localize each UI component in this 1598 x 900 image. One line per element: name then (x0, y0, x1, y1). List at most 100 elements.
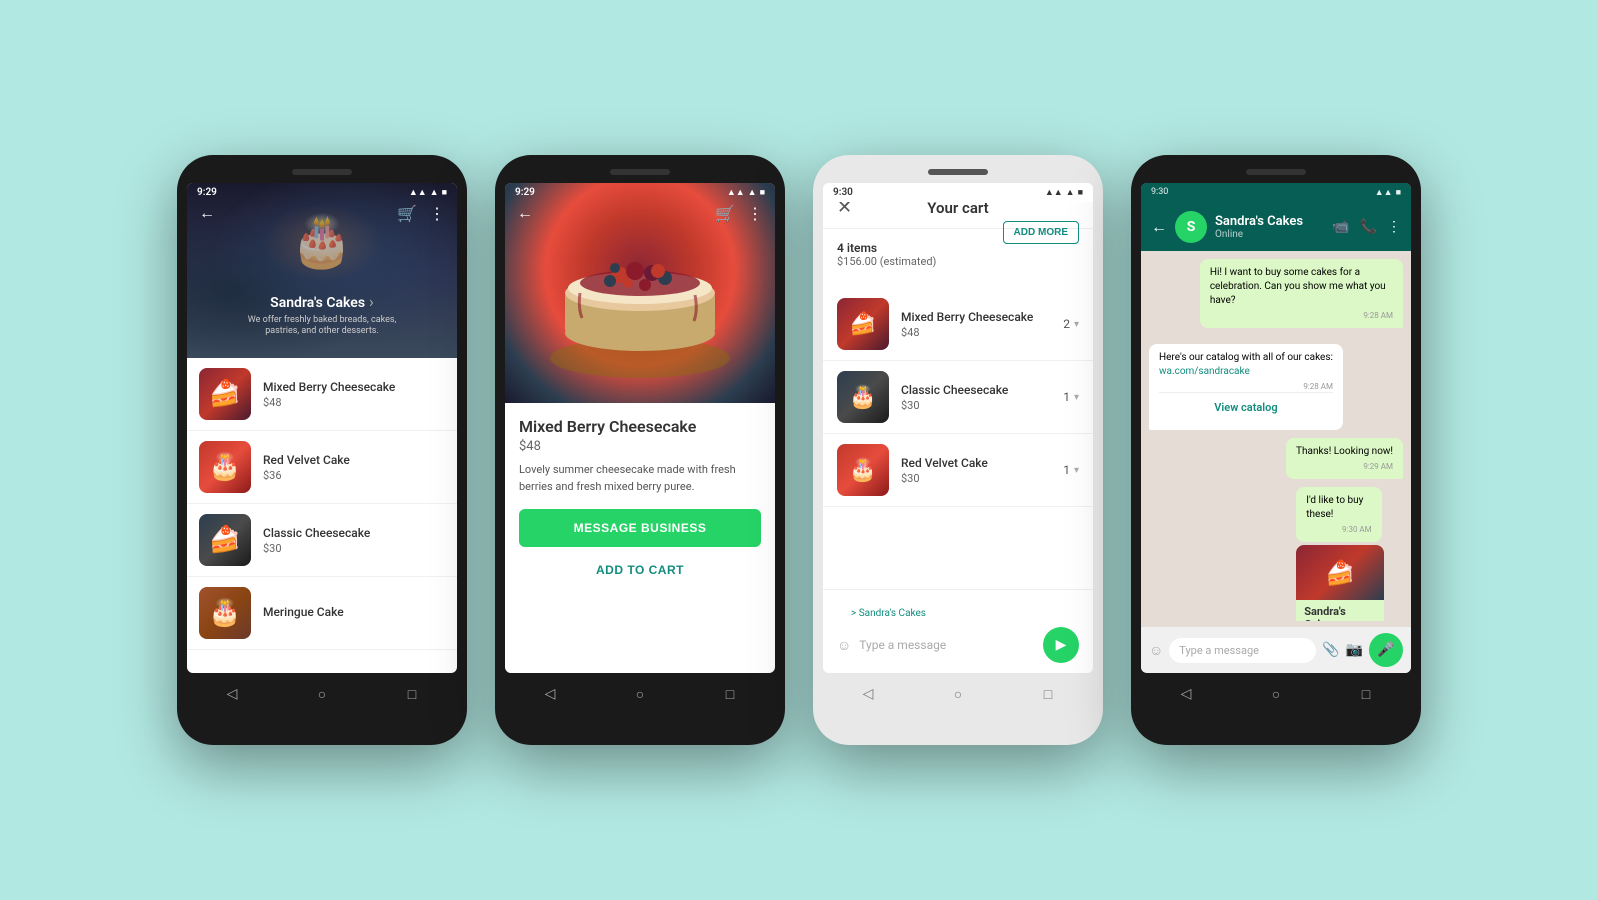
item-3-image: 🍰 (199, 514, 251, 566)
battery-icon-4: ■ (1396, 187, 1401, 198)
catalog-title-area: Sandra's Cakes › We offer freshly baked … (242, 292, 402, 338)
cart-item-3-qty[interactable]: 1 ▾ (1063, 463, 1079, 477)
status-bar-1: 9:29 ▲▲ ▲ ■ (187, 183, 457, 202)
battery-icon-3: ■ (1078, 187, 1083, 198)
wa-emoji-icon[interactable]: ☺ (1149, 642, 1163, 659)
signal-icon-1: ▲▲ (409, 187, 427, 198)
nav-home-2[interactable]: ○ (630, 684, 650, 704)
cart-item-3-price: $30 (901, 472, 1063, 485)
catalog-item-1[interactable]: 🍰 Mixed Berry Cheesecake $48 (187, 358, 457, 431)
phone-1-screen: 9:29 ▲▲ ▲ ■ 🎂 ← (187, 183, 457, 673)
product-price: $48 (519, 439, 761, 454)
wifi-icon-3: ▲ (1066, 187, 1075, 198)
cart-message-placeholder[interactable]: Type a message (859, 638, 1035, 652)
product-cake-svg (540, 203, 740, 383)
item-2-price: $36 (263, 469, 445, 482)
cart-screen: 9:30 ▲▲ ▲ ■ ✕ Your cart 4 item (823, 183, 1093, 673)
add-to-cart-button[interactable]: ADD TO CART (519, 553, 761, 587)
wa-camera-icon[interactable]: 📷 (1346, 642, 1363, 658)
wa-message-3-text: Here's our catalog with all of our cakes… (1159, 352, 1333, 363)
wa-view-catalog-btn[interactable]: View catalog (1159, 392, 1333, 422)
wa-cart-time: 9:30 AM (1306, 524, 1371, 535)
item-1-name: Mixed Berry Cheesecake (263, 380, 445, 394)
cart-send-button[interactable]: ▶ (1043, 627, 1079, 663)
cart-summary-text: 4 items $156.00 (estimated) (837, 241, 936, 268)
item-3-info: Classic Cheesecake $30 (263, 526, 445, 555)
nav-home-1[interactable]: ○ (312, 684, 332, 704)
more-icon-1[interactable]: ⋮ (429, 204, 445, 223)
signal-icon-2: ▲▲ (727, 187, 745, 198)
catalog-item-2[interactable]: 🎂 Red Velvet Cake $36 (187, 431, 457, 504)
cart-item-2-name: Classic Cheesecake (901, 383, 1063, 397)
signal-icon-3: ▲▲ (1045, 187, 1063, 198)
phone-4-screen: 9:30 ▲▲ ■ ← S Sandra's Cakes Online 📹 (1141, 183, 1411, 673)
cart-item-3-img: 🎂 (837, 444, 889, 496)
status-time-4: 9:30 (1151, 187, 1168, 198)
nav-back-1[interactable]: ◁ (222, 684, 242, 704)
item-4-name: Meringue Cake (263, 605, 445, 619)
nav-back-2[interactable]: ◁ (540, 684, 560, 704)
wa-cart-text: I'd like to buy these! (1306, 495, 1363, 520)
phone-1: 9:29 ▲▲ ▲ ■ 🎂 ← (177, 155, 467, 745)
phone-2-nav: ◁ ○ □ (505, 673, 775, 709)
qty-chevron-1: ▾ (1074, 319, 1079, 330)
cart-item-1-emoji: 🍰 (837, 298, 889, 350)
cart-item-1: 🍰 Mixed Berry Cheesecake $48 2 ▾ (823, 288, 1093, 361)
cart-item-1-info: Mixed Berry Cheesecake $48 (901, 310, 1063, 339)
nav-recent-4[interactable]: □ (1356, 684, 1376, 704)
wa-cart-bubble-text: I'd like to buy these! 9:30 AM (1296, 487, 1381, 542)
nav-recent-2[interactable]: □ (720, 684, 740, 704)
qty-chevron-2: ▾ (1074, 392, 1079, 403)
wa-catalog-link[interactable]: wa.com/sandracake (1159, 366, 1250, 377)
cart-message-bar: > Sandra's Cakes ☺ Type a message ▶ (823, 589, 1093, 673)
item-1-emoji: 🍰 (199, 368, 251, 420)
item-2-info: Red Velvet Cake $36 (263, 453, 445, 482)
store-arrow: › (369, 292, 374, 311)
signal-icon-4: ▲▲ (1375, 187, 1393, 198)
wa-more-icon[interactable]: ⋮ (1387, 219, 1401, 235)
cart-item-2-img: 🎂 (837, 371, 889, 423)
nav-back-4[interactable]: ◁ (1176, 684, 1196, 704)
catalog-item-3[interactable]: 🍰 Classic Cheesecake $30 (187, 504, 457, 577)
qty-chevron-3: ▾ (1074, 465, 1079, 476)
status-icons-1: ▲▲ ▲ ■ (409, 187, 447, 198)
nav-back-3[interactable]: ◁ (858, 684, 878, 704)
phone-3-nav: ◁ ○ □ (823, 673, 1093, 709)
back-icon-1[interactable]: ← (199, 203, 215, 223)
item-1-price: $48 (263, 396, 445, 409)
toolbar-right-2: 🛒 ⋮ (715, 204, 763, 223)
message-business-button[interactable]: MESSAGE BUSINESS (519, 509, 761, 547)
wa-header: 9:30 ▲▲ ■ ← S Sandra's Cakes Online 📹 (1141, 183, 1411, 251)
nav-recent-1[interactable]: □ (402, 684, 422, 704)
cart-item-2-qty[interactable]: 1 ▾ (1063, 390, 1079, 404)
wa-attachment-icon[interactable]: 📎 (1322, 642, 1339, 658)
wa-message-3-time: 9:28 AM (1159, 381, 1333, 392)
wa-back-icon[interactable]: ← (1151, 217, 1167, 237)
status-icons-2: ▲▲ ▲ ■ (727, 187, 765, 198)
catalog-items-list: 🍰 Mixed Berry Cheesecake $48 🎂 (187, 358, 457, 650)
back-icon-2[interactable]: ← (517, 203, 533, 223)
add-more-button[interactable]: ADD MORE (1003, 221, 1079, 244)
cart-icon-2[interactable]: 🛒 (715, 204, 735, 223)
wa-input-field[interactable]: Type a message (1169, 638, 1316, 663)
cart-icon-1[interactable]: 🛒 (397, 204, 417, 223)
nav-home-3[interactable]: ○ (948, 684, 968, 704)
cart-summary: 4 items $156.00 (estimated) ADD MORE (823, 229, 1093, 280)
phone-4-nav: ◁ ○ □ (1141, 673, 1411, 709)
phone-2-speaker (610, 169, 670, 175)
phone-4: 9:30 ▲▲ ■ ← S Sandra's Cakes Online 📹 (1131, 155, 1421, 745)
item-2-image: 🎂 (199, 441, 251, 493)
status-time-2: 9:29 (515, 187, 535, 198)
nav-recent-3[interactable]: □ (1038, 684, 1058, 704)
emoji-icon-cart[interactable]: ☺ (837, 637, 851, 654)
item-4-info: Meringue Cake (263, 605, 445, 621)
cart-item-1-name: Mixed Berry Cheesecake (901, 310, 1063, 324)
more-icon-2[interactable]: ⋮ (747, 204, 763, 223)
catalog-item-4[interactable]: 🎂 Meringue Cake (187, 577, 457, 650)
wa-call-icon[interactable]: 📞 (1360, 219, 1377, 235)
wa-video-icon[interactable]: 📹 (1332, 219, 1349, 235)
nav-home-4[interactable]: ○ (1266, 684, 1286, 704)
item-4-emoji: 🎂 (199, 587, 251, 639)
cart-item-1-qty[interactable]: 2 ▾ (1063, 317, 1079, 331)
wa-mic-button[interactable]: 🎤 (1369, 633, 1403, 667)
